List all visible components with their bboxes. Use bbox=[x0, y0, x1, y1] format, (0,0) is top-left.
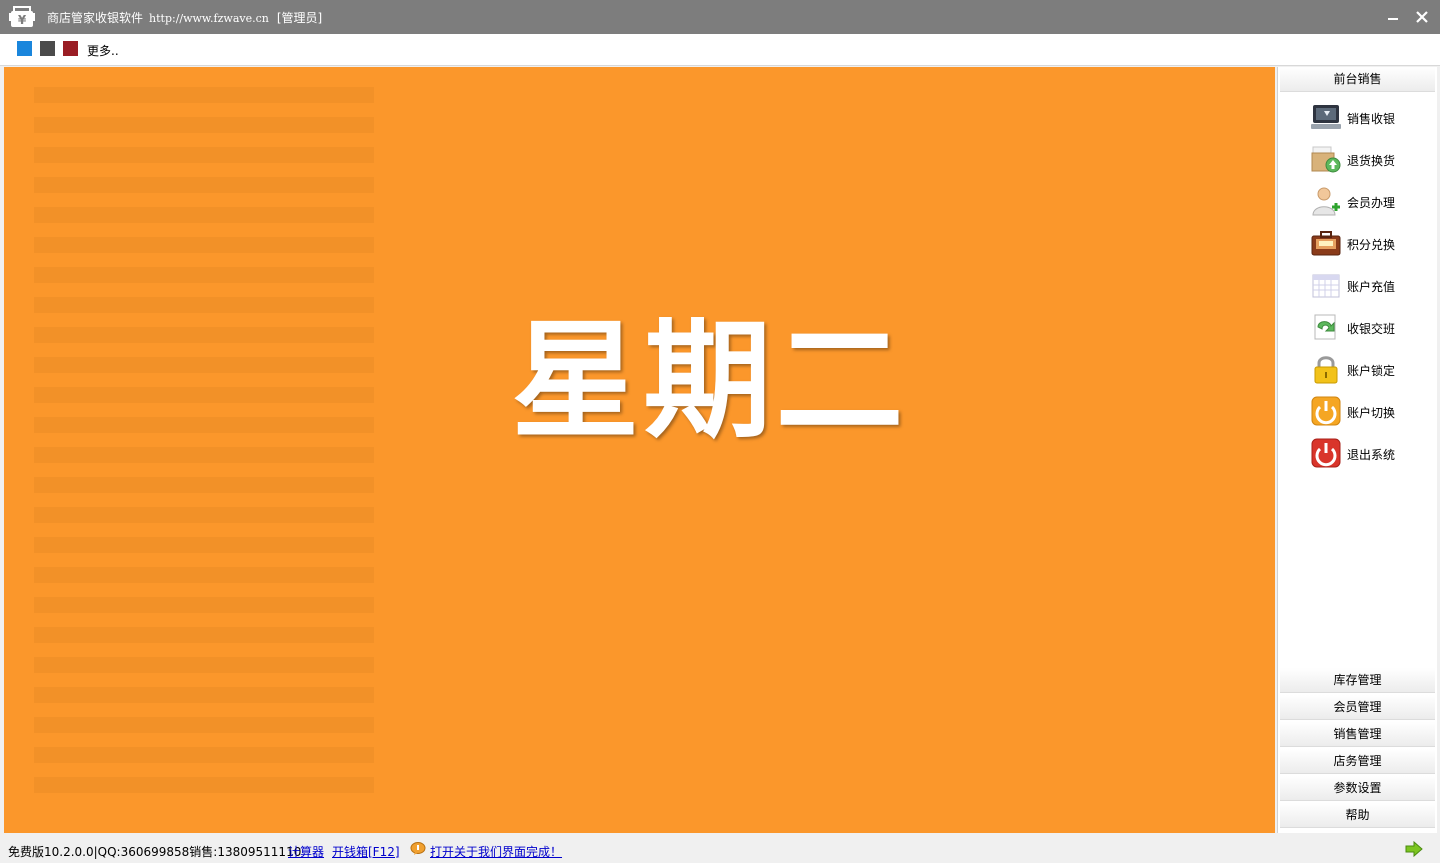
nav-item-label: 会员办理 bbox=[1347, 196, 1396, 210]
nav-item-account-lock[interactable]: 账户锁定 bbox=[1310, 353, 1430, 387]
arrow-right-icon[interactable] bbox=[1405, 841, 1423, 857]
theme-swatch-red[interactable] bbox=[63, 41, 78, 56]
group-header-front-sales[interactable]: 前台销售 bbox=[1280, 67, 1435, 92]
switch-power-icon bbox=[1311, 396, 1341, 426]
group-header-inventory[interactable]: 库存管理 bbox=[1280, 668, 1435, 693]
nav-item-points-redeem[interactable]: 积分兑换 bbox=[1310, 227, 1430, 261]
nav-item-label: 退出系统 bbox=[1347, 448, 1396, 462]
group-header-members[interactable]: 会员管理 bbox=[1280, 695, 1435, 720]
info-bubble-icon bbox=[410, 842, 426, 855]
power-exit-icon bbox=[1311, 438, 1341, 468]
nav-item-label: 账户切换 bbox=[1347, 406, 1396, 420]
nav-item-label: 账户锁定 bbox=[1347, 364, 1396, 378]
calculator-link[interactable]: 计算器 bbox=[288, 843, 324, 860]
minimize-icon[interactable] bbox=[1384, 8, 1402, 26]
theme-swatch-gray[interactable] bbox=[40, 41, 55, 56]
group-header-settings[interactable]: 参数设置 bbox=[1280, 776, 1435, 801]
cash-drawer-link[interactable]: 开钱箱[F12] bbox=[332, 843, 400, 860]
app-name: 商店管家收银软件 bbox=[47, 11, 144, 25]
group-header-help[interactable]: 帮助 bbox=[1280, 803, 1435, 828]
group-header-sales[interactable]: 销售管理 bbox=[1280, 722, 1435, 747]
nav-item-account-recharge[interactable]: 账户充值 bbox=[1310, 269, 1430, 303]
shift-exchange-icon bbox=[1314, 314, 1336, 340]
version-info: 免费版10.2.0.0|QQ:360699858销售:13809511110 bbox=[8, 845, 302, 859]
weekday-text: 星期二 bbox=[511, 307, 908, 456]
cash-register-icon bbox=[1311, 105, 1341, 129]
add-user-icon bbox=[1312, 187, 1340, 216]
weekday-tile: 星期二 bbox=[4, 67, 1275, 833]
lock-icon bbox=[1314, 356, 1338, 384]
app-logo-icon: ¥ bbox=[9, 6, 35, 27]
svg-text:¥: ¥ bbox=[18, 13, 27, 27]
nav-item-label: 收银交班 bbox=[1347, 322, 1396, 336]
group-header-store[interactable]: 店务管理 bbox=[1280, 749, 1435, 774]
toolbar: 更多.. bbox=[0, 34, 1440, 66]
nav-item-returns[interactable]: 退货换货 bbox=[1310, 143, 1430, 177]
nav-item-shift-handover[interactable]: 收银交班 bbox=[1310, 311, 1430, 345]
user-role: [管理员] bbox=[276, 11, 323, 25]
calendar-grid-icon bbox=[1312, 274, 1340, 298]
more-themes-link[interactable]: 更多.. bbox=[87, 42, 119, 59]
nav-item-label: 销售收银 bbox=[1347, 112, 1396, 126]
app-url: http://www.fzwave.cn bbox=[149, 12, 269, 25]
nav-item-label: 积分兑换 bbox=[1347, 238, 1396, 252]
nav-item-exit-system[interactable]: 退出系统 bbox=[1310, 437, 1430, 471]
about-link[interactable]: 打开关于我们界面完成！ bbox=[430, 843, 562, 860]
nav-item-member-register[interactable]: 会员办理 bbox=[1310, 185, 1430, 219]
title-bar: ¥ 商店管家收银软件 http://www.fzwave.cn [管理员] bbox=[0, 0, 1440, 34]
nav-item-label: 账户充值 bbox=[1347, 280, 1396, 294]
status-bar: 免费版10.2.0.0|QQ:360699858销售:13809511110 计… bbox=[0, 834, 1440, 863]
side-panel: 前台销售 销售收银 退货换货 会员办理 积分兑换 账户充值 收银交班 账户锁定 … bbox=[1277, 67, 1437, 833]
points-briefcase-icon bbox=[1311, 231, 1341, 256]
window-title: 商店管家收银软件 http://www.fzwave.cn [管理员] bbox=[47, 9, 322, 26]
nav-item-label: 退货换货 bbox=[1347, 154, 1396, 168]
close-icon[interactable] bbox=[1413, 8, 1431, 26]
theme-swatch-blue[interactable] bbox=[17, 41, 32, 56]
nav-item-sales-checkout[interactable]: 销售收银 bbox=[1310, 101, 1430, 135]
return-box-icon bbox=[1311, 146, 1341, 173]
nav-item-account-switch[interactable]: 账户切换 bbox=[1310, 395, 1430, 429]
